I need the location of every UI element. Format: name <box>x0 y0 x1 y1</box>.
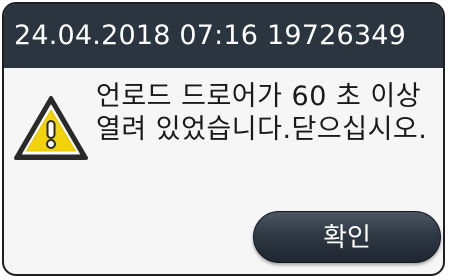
alert-message: 언로드 드로어가 60 초 이상 열려 있었습니다.닫으십시오. <box>96 81 428 145</box>
alert-dialog: 24.04.2018 07:16 19726349 언로드 드로어가 60 초 … <box>2 2 445 276</box>
warning-icon <box>14 96 88 160</box>
confirm-button[interactable]: 확인 <box>253 211 441 263</box>
dialog-title: 24.04.2018 07:16 19726349 <box>4 4 443 68</box>
